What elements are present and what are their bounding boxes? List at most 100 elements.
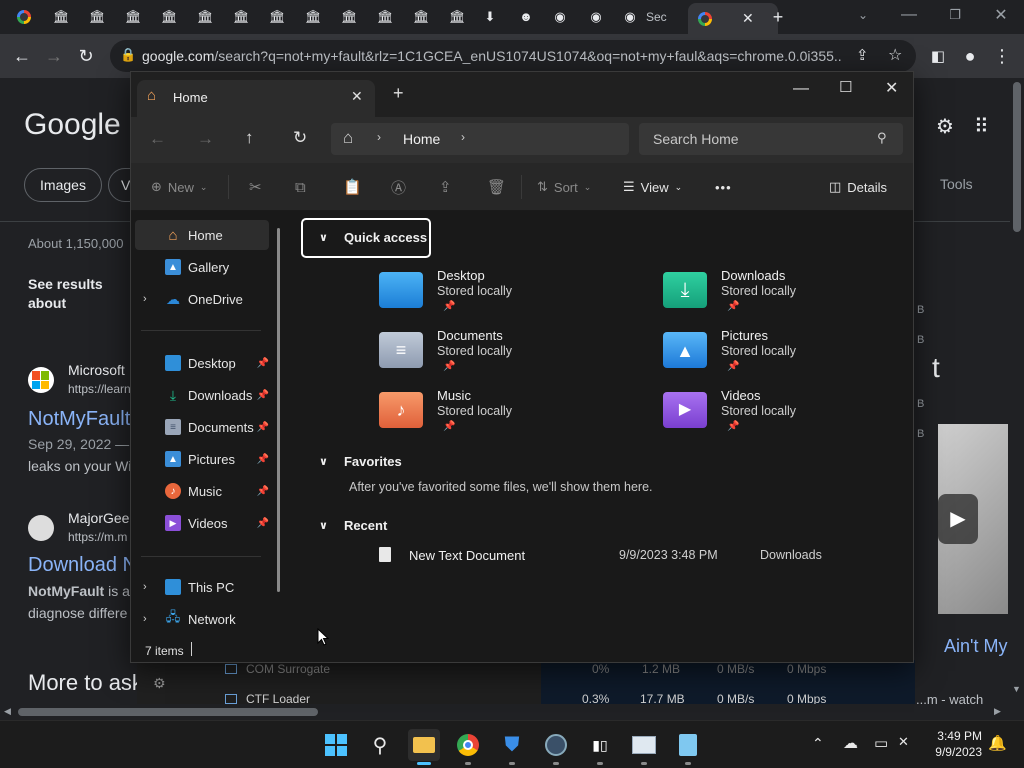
chrome-tab-google[interactable] xyxy=(6,5,42,29)
chrome-restore-button[interactable]: ❐ xyxy=(932,0,978,30)
scroll-thumb[interactable] xyxy=(1013,82,1021,232)
result2-title-link[interactable]: Download N xyxy=(28,554,137,577)
chrome-tab[interactable]: 🏛 xyxy=(258,5,294,29)
qa-item-documents[interactable]: ≡ Documents Stored locally 📌 xyxy=(379,328,649,384)
breadcrumb-home[interactable]: Home xyxy=(403,131,440,147)
refresh-icon[interactable]: ↻ xyxy=(293,128,307,148)
scroll-down-arrow-icon[interactable]: ▼ xyxy=(1012,684,1021,694)
chevron-right-icon[interactable]: › xyxy=(143,613,147,625)
notification-bell-icon[interactable]: 🔔 xyxy=(988,734,1007,752)
back-arrow-icon[interactable]: ← xyxy=(8,42,36,70)
chrome-tab[interactable]: ◉ xyxy=(578,5,614,29)
pin-icon[interactable]: 📌 xyxy=(257,518,269,529)
new-tab-plus-icon[interactable]: + xyxy=(393,83,404,104)
chrome-tab[interactable]: ⬇ xyxy=(472,5,508,29)
view-button[interactable]: ☰ View ⌄ xyxy=(623,175,682,199)
paste-icon[interactable]: 📋 xyxy=(343,175,362,199)
qa-item-videos[interactable]: ▶ Videos Stored locally 📌 xyxy=(663,388,933,444)
recent-header[interactable]: ∨ Recent xyxy=(319,518,387,533)
copy-icon[interactable]: ⧉ xyxy=(295,175,306,199)
apps-grid-icon[interactable]: ⠿ xyxy=(974,114,989,139)
quick-access-header[interactable]: ∨ Quick access xyxy=(319,230,427,245)
details-button[interactable]: ◫ Details xyxy=(829,175,887,199)
result1-url[interactable]: https://learn xyxy=(68,382,131,396)
nav-item-gallery[interactable]: ▲ Gallery xyxy=(135,252,269,282)
forward-arrow-icon[interactable]: → xyxy=(197,129,214,149)
tab-search-icon[interactable]: ⌄ xyxy=(840,0,886,30)
chrome-tab[interactable]: 🏛 xyxy=(294,5,330,29)
chrome-tab[interactable]: 🏛 xyxy=(222,5,258,29)
qa-item-desktop[interactable]: Desktop Stored locally 📌 xyxy=(379,268,649,324)
search-box[interactable]: Search Home ⚲ xyxy=(639,123,903,155)
chrome-tab[interactable]: 🏛 xyxy=(78,5,114,29)
home-outline-icon[interactable]: ⌂ xyxy=(343,128,353,148)
close-tab-icon[interactable]: ✕ xyxy=(742,10,754,27)
pin-icon[interactable]: 📌 xyxy=(257,422,269,433)
video-thumbnail[interactable]: ▶ xyxy=(938,424,1008,614)
pin-icon[interactable]: 📌 xyxy=(257,454,269,465)
settings-gear-icon[interactable]: ⚙ xyxy=(936,114,954,139)
chrome-tab[interactable]: 🏛 xyxy=(42,5,78,29)
notepad-taskbar-icon[interactable] xyxy=(672,729,704,765)
google-logo[interactable]: Google xyxy=(24,108,121,142)
chrome-tab[interactable]: 🏛 xyxy=(330,5,366,29)
cloud-off-icon[interactable]: ☁ xyxy=(843,734,858,752)
file-explorer-taskbar-icon[interactable] xyxy=(408,729,440,765)
search-icon[interactable]: ⚲ xyxy=(877,130,887,146)
delete-icon[interactable]: 🗑 xyxy=(487,175,506,199)
search-taskbar-icon[interactable]: ⚲ xyxy=(364,729,396,761)
page-vertical-scrollbar[interactable]: ▼ xyxy=(1010,78,1024,706)
chrome-tab[interactable]: 🏛 xyxy=(402,5,438,29)
volume-muted-icon[interactable]: ✕ xyxy=(898,734,909,750)
forward-arrow-icon[interactable]: → xyxy=(40,42,68,70)
process-name[interactable]: COM Surrogate xyxy=(246,662,330,676)
task-manager-taskbar-icon[interactable] xyxy=(628,729,660,765)
nav-scrollbar[interactable] xyxy=(277,228,280,592)
network-status-icon[interactable]: ▭ xyxy=(874,734,888,752)
chrome-tab[interactable]: 🏛 xyxy=(366,5,402,29)
nav-item-pictures[interactable]: ▲ Pictures 📌 xyxy=(135,444,269,474)
chrome-tab[interactable]: 🏛 xyxy=(186,5,222,29)
nav-item-desktop[interactable]: Desktop 📌 xyxy=(135,348,269,378)
nav-item-onedrive[interactable]: › ☁ OneDrive xyxy=(135,284,269,314)
search-input[interactable]: Search Home xyxy=(653,131,739,147)
address-bar[interactable]: 🔒 google.com/search?q=not+my+fault&rlz=1… xyxy=(110,40,916,72)
qa-item-downloads[interactable]: ⤓ Downloads Stored locally 📌 xyxy=(663,268,933,324)
qa-item-music[interactable]: ♪ Music Stored locally 📌 xyxy=(379,388,649,444)
clock[interactable]: 3:49 PM 9/9/2023 xyxy=(928,728,982,760)
chrome-tab-sec[interactable]: Sec xyxy=(646,5,686,29)
share-icon[interactable]: ⇪ xyxy=(856,46,869,64)
images-chip[interactable]: Images xyxy=(24,168,102,202)
chrome-close-button[interactable]: ✕ xyxy=(978,0,1024,30)
see-results-text[interactable]: See results xyxy=(28,276,103,292)
chevron-right-icon[interactable]: › xyxy=(461,130,465,144)
chrome-tab[interactable]: 🏛 xyxy=(438,5,474,29)
chrome-taskbar-icon[interactable] xyxy=(452,729,484,765)
security-shield-icon[interactable]: ⛊ xyxy=(496,729,528,765)
back-arrow-icon[interactable]: ← xyxy=(149,129,166,149)
chrome-tab[interactable]: ◉ xyxy=(612,5,648,29)
chrome-tab[interactable]: 🏛 xyxy=(114,5,150,29)
chevron-right-icon[interactable]: › xyxy=(143,293,147,305)
pin-icon[interactable]: 📌 xyxy=(257,486,269,497)
reload-icon[interactable]: ↻ xyxy=(72,42,100,70)
nav-item-documents[interactable]: ≡ Documents 📌 xyxy=(135,412,269,442)
chrome-tab[interactable]: ☻ xyxy=(508,5,544,29)
cut-icon[interactable]: ✂ xyxy=(249,175,262,199)
close-tab-icon[interactable]: ✕ xyxy=(351,88,363,105)
right-video-title[interactable]: Ain't My xyxy=(944,636,1007,657)
nav-item-this-pc[interactable]: › This PC xyxy=(135,572,269,602)
close-window-icon[interactable]: ✕ xyxy=(885,78,898,98)
app-taskbar-icon[interactable]: ▮▯ xyxy=(584,729,616,765)
tools-button[interactable]: Tools xyxy=(940,176,973,192)
explorer-tab-home[interactable]: ⌂ Home ✕ xyxy=(137,80,375,117)
qa-item-pictures[interactable]: ▲ Pictures Stored locally 📌 xyxy=(663,328,933,384)
nav-item-music[interactable]: ♪ Music 📌 xyxy=(135,476,269,506)
scroll-thumb[interactable] xyxy=(18,708,318,716)
play-icon[interactable]: ▶ xyxy=(938,494,978,544)
pin-icon[interactable]: 📌 xyxy=(257,358,269,369)
profile-icon[interactable]: ● xyxy=(956,42,984,70)
pin-icon[interactable]: 📌 xyxy=(257,390,269,401)
nav-item-videos[interactable]: ▶ Videos 📌 xyxy=(135,508,269,538)
rename-icon[interactable]: Ⓐ xyxy=(391,175,406,199)
